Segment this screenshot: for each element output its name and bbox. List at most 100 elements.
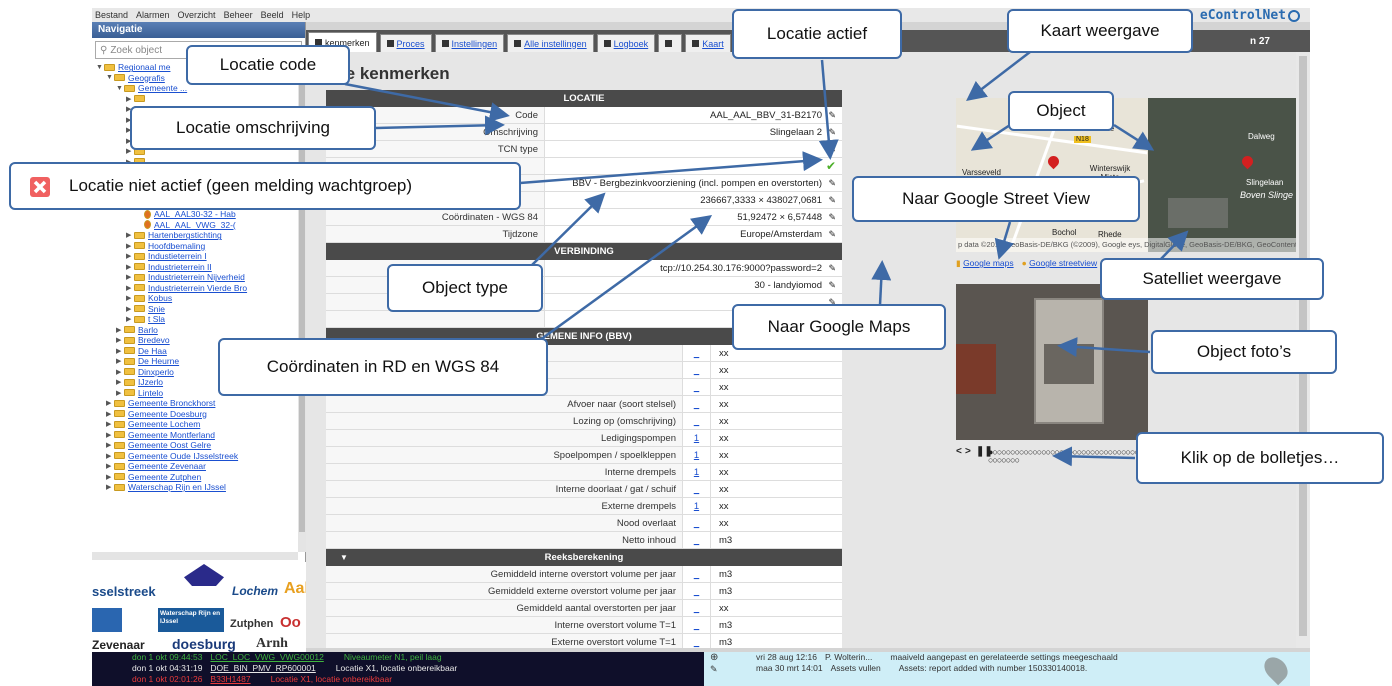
tree-node-label[interactable]: Snie	[148, 304, 165, 314]
tree-node-label[interactable]: Hoofdbemaling	[148, 241, 205, 251]
collapsed-arrow-icon[interactable]: ▶	[126, 273, 134, 281]
tab-proces[interactable]: Proces	[379, 34, 432, 52]
alarm-row[interactable]: don 1 okt 09:44:53 LOC_LOC_VWG_VWG00012 Ni…	[92, 652, 702, 663]
tree-node-label[interactable]: Lintelo	[138, 388, 163, 398]
menu-overzicht[interactable]: Overzicht	[178, 10, 216, 20]
collapsed-arrow-icon[interactable]: ▶	[106, 431, 114, 439]
alarm-row[interactable]: don 1 okt 04:31:19 DOE_BIN_PMV_RP600001 Lo…	[92, 663, 702, 674]
tree-node-label[interactable]: Industrieterrein Vierde Bro	[148, 283, 247, 293]
alarm-code[interactable]: B33H1487	[210, 674, 250, 685]
collapsed-arrow-icon[interactable]: ▶	[106, 399, 114, 407]
menu-help[interactable]: Help	[292, 10, 311, 20]
tree-node-label[interactable]: Gemeente Oude IJsselstreek	[128, 451, 238, 461]
tree-node[interactable]: ▶ Hartenbergstichting	[92, 230, 298, 241]
property-count-link[interactable]: _	[682, 413, 710, 429]
tree-node[interactable]: ▶ Hoofdbemaling	[92, 241, 298, 252]
comment-icon[interactable]: ✎	[710, 664, 718, 675]
collapsed-arrow-icon[interactable]: ▶	[106, 441, 114, 449]
tab-instellingen[interactable]: Instellingen	[434, 34, 505, 52]
collapsed-arrow-icon[interactable]: ▶	[126, 284, 134, 292]
tree-node[interactable]: ▶ Industrieterrein Nijverheid	[92, 272, 298, 283]
add-icon[interactable]: ⊕	[710, 652, 718, 663]
tree-node-label[interactable]: AAL_AAL_VWG_32-(	[154, 220, 236, 230]
collapsed-arrow-icon[interactable]: ▶	[106, 410, 114, 418]
tree-node[interactable]: AAL_AAL30-32 - Hab	[92, 209, 298, 220]
property-count-link[interactable]: _	[682, 583, 710, 599]
edit-pencil-icon[interactable]: ✎	[828, 209, 836, 225]
collapsed-arrow-icon[interactable]: ▶	[106, 473, 114, 481]
tab-unnamed[interactable]	[658, 34, 683, 52]
property-value[interactable]: ✎	[544, 141, 842, 157]
tree-node-label[interactable]: De Haa	[138, 346, 167, 356]
property-value[interactable]: BBV - Bergbezinkvoorziening (incl. pompe…	[544, 175, 842, 191]
satellite-view[interactable]: Dalweg Slingelaan Boven Slinge	[1148, 98, 1296, 252]
tree-node-label[interactable]: Regionaal me	[118, 62, 170, 72]
collapsed-arrow-icon[interactable]: ▶	[116, 357, 124, 365]
tree-node[interactable]: ▶ Gemeente Bronckhorst	[92, 398, 298, 409]
tree-node[interactable]: ▶ Gemeente Zutphen	[92, 472, 298, 483]
alarm-code[interactable]: LOC_LOC_VWG_VWG00012	[210, 652, 323, 663]
collapsed-arrow-icon[interactable]: ▶	[126, 231, 134, 239]
tree-node[interactable]: ▶ Kobus	[92, 293, 298, 304]
property-count-link[interactable]: _	[682, 396, 710, 412]
google-streetview-link[interactable]: Google streetview	[1029, 258, 1097, 268]
expanded-arrow-icon[interactable]: ▼	[96, 64, 104, 71]
tab-alle-instellingen[interactable]: Alle instellingen	[507, 34, 594, 52]
google-maps-link[interactable]: Google maps	[963, 258, 1014, 268]
property-count-link[interactable]: _	[682, 532, 710, 548]
tree-node-label[interactable]: Gemeente Bronckhorst	[128, 398, 215, 408]
collapsed-arrow-icon[interactable]: ▶	[116, 368, 124, 376]
tree-node[interactable]: ▶ Snie	[92, 304, 298, 315]
expanded-arrow-icon[interactable]: ▼	[116, 85, 124, 92]
edit-pencil-icon[interactable]: ✎	[828, 277, 836, 293]
collapsed-arrow-icon[interactable]: ▶	[116, 347, 124, 355]
tree-node-label[interactable]: Gemeente Oost Gelre	[128, 440, 211, 450]
tree-node-label[interactable]: Industieterrein I	[148, 251, 207, 261]
collapsed-arrow-icon[interactable]: ▶	[116, 389, 124, 397]
collapsed-arrow-icon[interactable]: ▶	[106, 452, 114, 460]
tree-node[interactable]: ▶ Industrieterrein Vierde Bro	[92, 283, 298, 294]
alarm-row[interactable]: don 1 okt 02:01:26 B33H1487 Locatie X1, lo…	[92, 674, 702, 685]
tree-node[interactable]: ▶ Gemeente Doesburg	[92, 409, 298, 420]
tab-logboek[interactable]: Logboek	[596, 34, 656, 52]
collapsed-arrow-icon[interactable]: ▶	[126, 252, 134, 260]
object-photo[interactable]	[956, 284, 1148, 440]
tree-node[interactable]: ▶ Gemeente Montferland	[92, 430, 298, 441]
edit-pencil-icon[interactable]: ✎	[828, 226, 836, 242]
collapsed-arrow-icon[interactable]: ▶	[106, 462, 114, 470]
property-value[interactable]: AAL_AAL_BBV_31-B2170 ✎	[544, 107, 842, 123]
tree-hscrollbar[interactable]	[92, 552, 298, 560]
active-check-icon[interactable]: ✔	[826, 158, 836, 174]
collapsed-arrow-icon[interactable]: ▶	[126, 294, 134, 302]
menu-beeld[interactable]: Beeld	[261, 10, 284, 20]
tree-node-label[interactable]: Industrieterrein II	[148, 262, 212, 272]
tree-node[interactable]: ▶ Gemeente Lochem	[92, 419, 298, 430]
collapsed-arrow-icon[interactable]: ▶	[106, 420, 114, 428]
tree-node-label[interactable]: Geografis	[128, 73, 165, 83]
satellite-pin-icon[interactable]	[1239, 153, 1256, 170]
collapsed-arrow-icon[interactable]: ▶	[116, 336, 124, 344]
photo-dots[interactable]: ●○○○○○○○○○○○○○○○○○○○○○○○○○○○○○○○○○○○○○○○…	[988, 448, 1149, 465]
property-value[interactable]: ✔	[544, 158, 842, 174]
collapsed-arrow-icon[interactable]: ▶	[126, 95, 134, 103]
tree-node-label[interactable]: Waterschap Rijn en IJssel	[128, 482, 226, 492]
tree-node-label[interactable]: De Heurne	[138, 356, 179, 366]
collapsed-arrow-icon[interactable]: ▶	[116, 326, 124, 334]
tree-node[interactable]: ▶ Gemeente Oude IJsselstreek	[92, 451, 298, 462]
section-reeksberekening[interactable]: ▼ Reeksberekening	[326, 549, 842, 566]
tab-kaart[interactable]: Kaart	[685, 34, 731, 52]
edit-pencil-icon[interactable]: ✎	[828, 141, 836, 157]
tree-node[interactable]: ▶ Industieterrein I	[92, 251, 298, 262]
tree-node-label[interactable]: Gemeente ...	[138, 83, 187, 93]
tree-node-label[interactable]: t Sla	[148, 314, 165, 324]
tree-node-label[interactable]: Industrieterrein Nijverheid	[148, 272, 245, 282]
tree-node[interactable]: ▶ Gemeente Zevenaar	[92, 461, 298, 472]
edit-pencil-icon[interactable]: ✎	[828, 192, 836, 208]
tree-node-label[interactable]: Kobus	[148, 293, 172, 303]
log-row[interactable]: vri 28 aug 12:16 P. Wolterin... maaiveld a…	[704, 652, 1310, 663]
tree-node[interactable]: ▶ Industrieterrein II	[92, 262, 298, 273]
property-count-link[interactable]: _	[682, 345, 710, 361]
property-count-link[interactable]: _	[682, 634, 710, 648]
collapsed-arrow-icon[interactable]: ▶	[126, 305, 134, 313]
tree-node-label[interactable]: Dinxperlo	[138, 367, 174, 377]
